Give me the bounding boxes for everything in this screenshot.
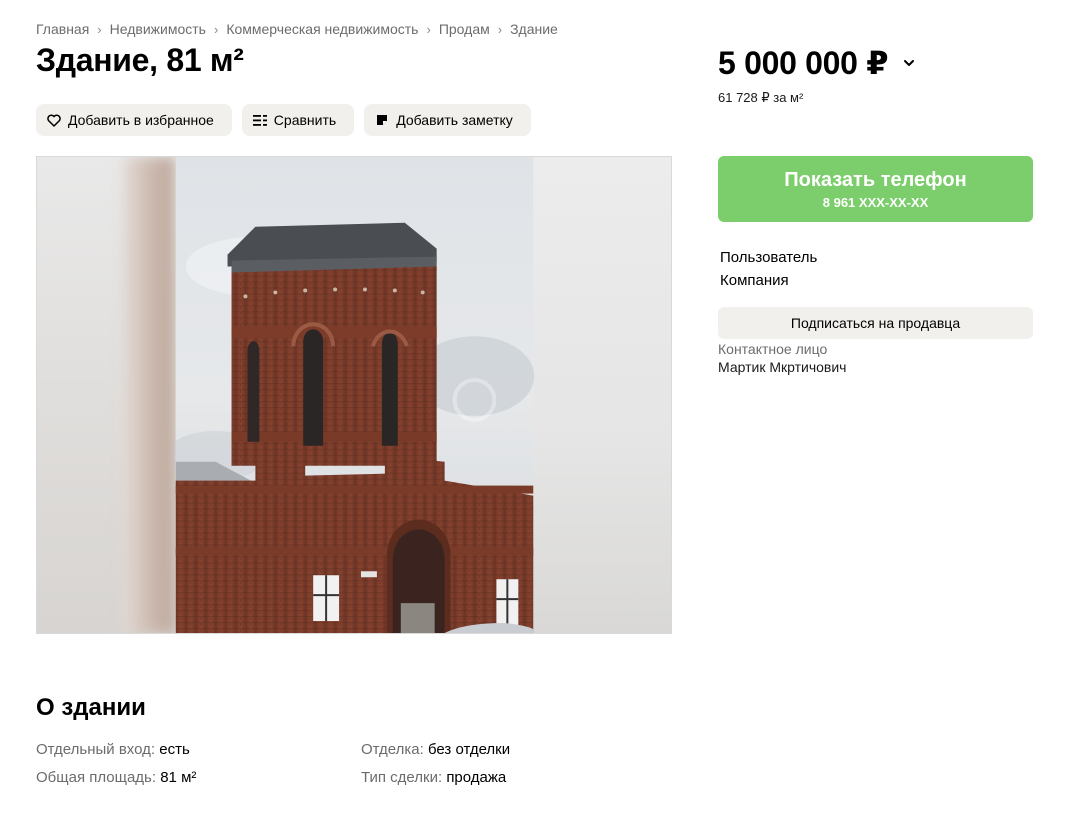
breadcrumb-building[interactable]: Здание: [510, 21, 558, 37]
property-key: Отдельный вход:: [36, 741, 156, 758]
gallery-blur-right: [532, 157, 671, 633]
property-total-area: Общая площадь: 81 м²: [36, 769, 196, 786]
show-phone-label: Показать телефон: [784, 168, 967, 191]
breadcrumb-separator-icon: ›: [97, 21, 102, 37]
property-separate-entrance: Отдельный вход: есть: [36, 741, 190, 758]
breadcrumb-separator-icon: ›: [426, 21, 431, 37]
heart-icon: [47, 113, 61, 127]
masked-phone: 8 961 XXX-XX-XX: [822, 194, 929, 210]
breadcrumb-separator-icon: ›: [213, 21, 219, 37]
property-key: Отделка:: [361, 741, 424, 758]
compare-button[interactable]: Сравнить: [241, 104, 355, 136]
price-per-meter: 61 728 ₽ за м²: [718, 90, 804, 105]
breadcrumb-home[interactable]: Главная: [36, 21, 89, 37]
about-building-title: О здании: [36, 694, 146, 721]
show-phone-button[interactable]: Показать телефон 8 961 XXX-XX-XX: [718, 156, 1033, 222]
chevron-down-icon[interactable]: [902, 56, 916, 70]
breadcrumb: Главная › Недвижимость › Коммерческая не…: [36, 21, 558, 37]
page-title: Здание, 81 м²: [36, 42, 244, 78]
breadcrumb-realty[interactable]: Недвижимость: [110, 21, 206, 37]
add-note-label: Добавить заметку: [396, 112, 513, 128]
contact-person-label: Контактное лицо: [718, 341, 828, 357]
property-key: Общая площадь:: [36, 769, 157, 786]
property-value: есть: [159, 741, 190, 758]
property-value: без отделки: [427, 741, 511, 758]
breadcrumb-sell[interactable]: Продам: [439, 21, 490, 37]
price[interactable]: 5 000 000 ₽: [718, 44, 916, 82]
subscribe-seller-button[interactable]: Подписаться на продавца: [718, 307, 1033, 339]
seller-type: Компания: [720, 272, 789, 289]
price-value: 5 000 000 ₽: [718, 45, 889, 81]
breadcrumb-separator-icon: ›: [497, 21, 503, 37]
compare-icon: [252, 113, 267, 127]
contact-person-name: Мартик Мкртичович: [718, 359, 847, 375]
property-key: Тип сделки:: [361, 769, 443, 786]
add-to-favorites-button[interactable]: Добавить в избранное: [36, 104, 232, 136]
note-icon: [375, 113, 389, 127]
property-value: 81 м²: [160, 769, 197, 786]
property-finishing: Отделка: без отделки: [361, 741, 510, 758]
compare-label: Сравнить: [273, 112, 337, 128]
add-note-button[interactable]: Добавить заметку: [364, 104, 531, 136]
property-value: продажа: [446, 769, 507, 786]
listing-actions: Добавить в избранное Сравнить Добавить з…: [36, 104, 531, 136]
breadcrumb-commercial[interactable]: Коммерческая недвижимость: [226, 21, 418, 37]
gallery-blur-left: [37, 157, 175, 633]
property-deal-type: Тип сделки: продажа: [361, 769, 506, 786]
add-to-favorites-label: Добавить в избранное: [68, 112, 214, 128]
photo-gallery[interactable]: [36, 156, 672, 634]
main-photo[interactable]: [175, 157, 534, 633]
seller-name[interactable]: Пользователь: [720, 249, 817, 266]
